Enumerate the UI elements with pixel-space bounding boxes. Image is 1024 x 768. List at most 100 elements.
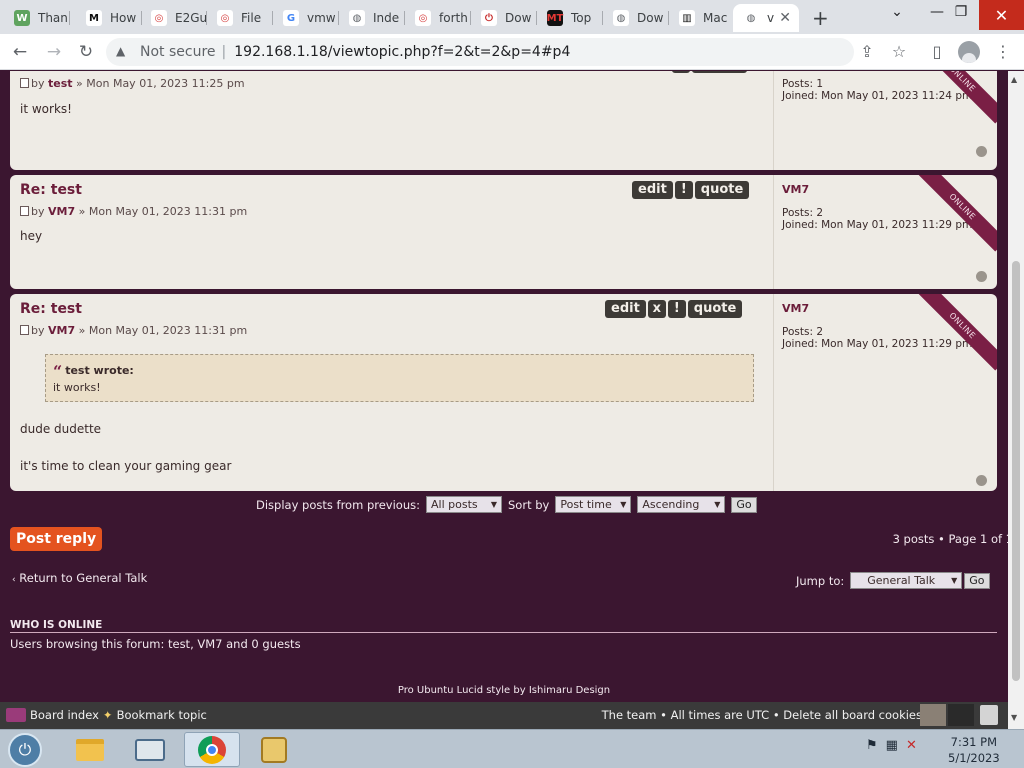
profile-username[interactable]: VM7 [782, 302, 809, 315]
display-posts-label: Display posts from previous: [256, 497, 420, 512]
sort-order-select[interactable]: Ascending ▼ [637, 496, 726, 513]
browser-tab[interactable]: ⏻ Dow [471, 4, 537, 32]
medium-icon: M [86, 10, 102, 26]
security-label[interactable]: Not secure [140, 44, 216, 60]
url-text[interactable]: 192.168.1.18/viewtopic.php?f=2&t=2&p=4#p… [234, 44, 570, 60]
forward-arrow-icon[interactable]: → [42, 41, 66, 63]
back-to-top-icon[interactable] [976, 146, 987, 157]
browser-tab[interactable]: ◎ File [207, 4, 273, 32]
board-index-link[interactable]: Board index [30, 708, 99, 722]
browser-tab[interactable]: ▥ Mac [669, 4, 735, 32]
post-author[interactable]: VM7 [48, 205, 75, 218]
address-bar[interactable]: ▲ Not secure | 192.168.1.18/viewtopic.ph… [106, 38, 854, 66]
post-profile: test Posts: 1 Joined: Mon May 01, 2023 1… [773, 71, 997, 170]
jump-to-select[interactable]: General Talk ▼ [850, 572, 963, 589]
tab-close-icon[interactable]: ✕ [779, 10, 791, 26]
profile-username[interactable]: VM7 [782, 183, 809, 196]
report-button[interactable]: ! [667, 300, 686, 318]
dropdown-caret-icon: ▼ [951, 576, 958, 585]
quote-button[interactable]: quote [694, 181, 750, 199]
share-icon[interactable]: ⇪ [856, 42, 878, 61]
warning-triangle-icon[interactable]: ▲ [116, 44, 132, 60]
window-close-button[interactable]: ✕ [979, 0, 1024, 30]
menu-kebab-icon[interactable]: ⋮ [992, 42, 1014, 61]
post-date: Mon May 01, 2023 11:31 pm [88, 205, 248, 218]
quote-block: “test wrote: it works! [45, 354, 754, 402]
report-button[interactable]: ! [674, 181, 693, 199]
browser-tab[interactable]: ◍ Inde [339, 4, 405, 32]
quote-button[interactable]: quote [692, 71, 747, 73]
chevron-left-icon: ‹ [12, 575, 16, 585]
sort-key-select[interactable]: Post time ▼ [555, 496, 632, 513]
volume-muted-icon[interactable]: ✕ [906, 738, 917, 753]
chrome-icon[interactable] [184, 732, 240, 767]
footer-links[interactable]: The team • All times are UTC • Delete al… [602, 708, 922, 722]
restore-icon[interactable]: ❐ [946, 4, 976, 20]
profile-avatar-icon[interactable] [958, 41, 980, 63]
back-to-top-icon[interactable] [976, 475, 987, 486]
return-link[interactable]: ‹ Return to General Talk [12, 571, 147, 585]
tab-search-chevron-icon[interactable]: ⌄ [882, 4, 912, 20]
profile-joined: Joined: Mon May 01, 2023 11:24 pm [782, 90, 973, 102]
system-clock[interactable]: 7:31 PM 5/1/2023 [948, 734, 1000, 766]
tab-label: Dow [637, 11, 664, 25]
browser-tab[interactable]: ◎ E2Gu [141, 4, 207, 32]
bookmark-topic-link[interactable]: Bookmark topic [117, 708, 207, 722]
edit-button[interactable]: edit [632, 181, 673, 199]
post-author[interactable]: VM7 [48, 324, 75, 337]
settings-app-icon[interactable] [246, 732, 302, 767]
post-title[interactable]: Re: test [20, 301, 82, 317]
power-icon: ⏻ [481, 10, 497, 26]
tab-label: v [767, 11, 775, 25]
theme-swatch[interactable] [920, 704, 946, 726]
system-tray: ⚑ ▦ ✕ [866, 738, 917, 753]
post-buttons: edit x ! quote [605, 300, 743, 318]
back-arrow-icon[interactable]: ← [8, 41, 32, 63]
quote-text: it works! [53, 381, 101, 394]
post-link-icon[interactable] [20, 78, 29, 88]
report-button[interactable]: ! [672, 71, 690, 73]
scrollbar-thumb[interactable] [1012, 261, 1020, 681]
online-ribbon: ONLINE [917, 294, 997, 371]
scroll-down-icon[interactable]: ▼ [1011, 713, 1017, 722]
browser-tab[interactable]: Gvmw [273, 4, 339, 32]
post-link-icon[interactable] [20, 325, 29, 335]
post-author[interactable]: test [48, 77, 73, 90]
post-title[interactable]: Re: test [20, 182, 82, 198]
browser-tab[interactable]: M How [76, 4, 142, 32]
browser-tab[interactable]: W Than [4, 4, 70, 32]
tab-label: File [241, 11, 262, 25]
vertical-scrollbar[interactable]: ▲ ▼ [1008, 71, 1024, 729]
side-panel-icon[interactable]: ▯ [926, 42, 948, 61]
trash-icon[interactable] [980, 705, 998, 725]
browser-tab[interactable]: MT Top [537, 4, 603, 32]
sort-by-label: Sort by [508, 497, 550, 512]
tab-label: Than [38, 11, 68, 25]
file-explorer-icon[interactable] [62, 732, 118, 767]
browser-tab[interactable]: ◍ Dow [603, 4, 669, 32]
delete-button[interactable]: x [647, 300, 666, 318]
post-reply-button[interactable]: Post reply [10, 527, 103, 551]
jump-go-button[interactable]: Go [964, 572, 990, 589]
quote-button[interactable]: quote [687, 300, 743, 318]
network-icon[interactable]: ▦ [886, 738, 898, 753]
bookmark-star-icon[interactable]: ☆ [888, 42, 910, 61]
post-link-icon[interactable] [20, 206, 29, 216]
start-button-icon[interactable]: ⏻ [8, 733, 42, 767]
display-posts-select[interactable]: All posts ▼ [426, 496, 502, 513]
browser-tab[interactable]: ◎ forth [405, 4, 471, 32]
edit-button[interactable]: edit [605, 300, 646, 318]
new-tab-button[interactable]: + [812, 6, 829, 30]
dropdown-caret-icon: ▼ [714, 500, 721, 509]
scroll-up-icon[interactable]: ▲ [1011, 75, 1017, 84]
reload-icon[interactable]: ↻ [74, 41, 98, 63]
sort-go-button[interactable]: Go [731, 496, 757, 513]
back-to-top-icon[interactable] [976, 271, 987, 282]
keyboard-app-icon[interactable] [122, 732, 178, 767]
flag-icon[interactable]: ⚑ [866, 738, 878, 753]
address-divider: | [221, 44, 227, 60]
theme-swatch[interactable] [948, 704, 974, 726]
browser-tab[interactable]: ◍ v ✕ [733, 4, 799, 32]
profile-joined: Joined: Mon May 01, 2023 11:29 pm [782, 338, 973, 350]
tab-label: E2Gu [175, 11, 207, 25]
